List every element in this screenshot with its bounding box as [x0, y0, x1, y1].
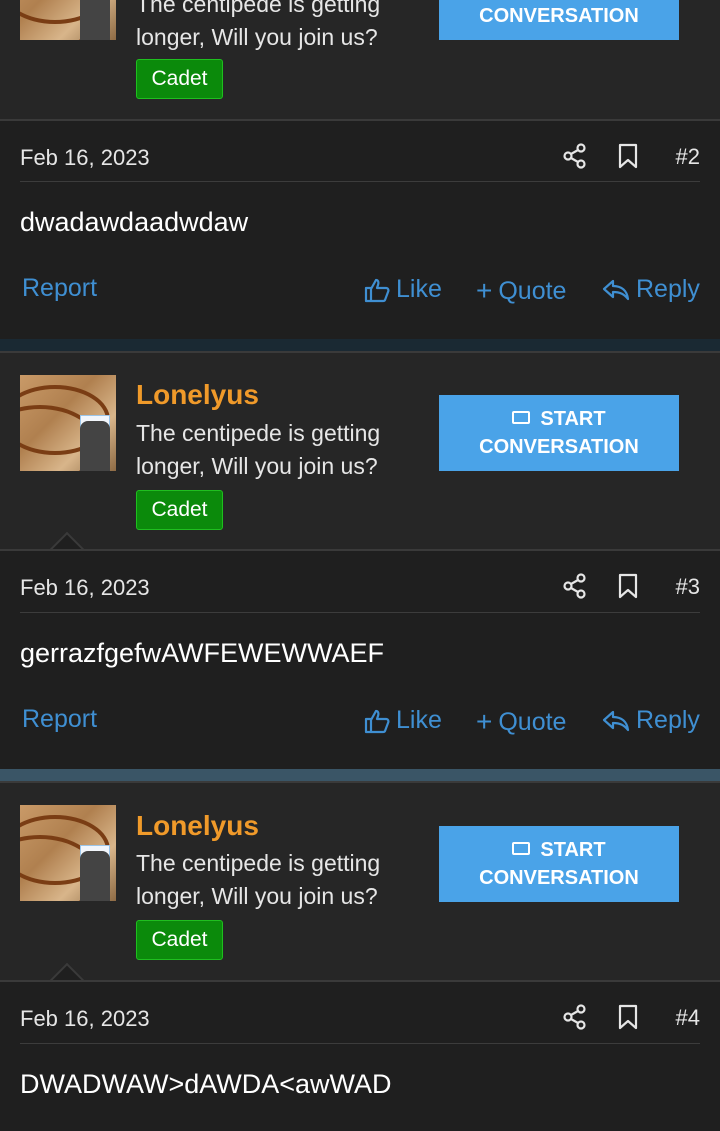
report-link[interactable]: Report [22, 705, 97, 734]
post-message: DWADWAW>dAWDA<awWAD [20, 1069, 392, 1099]
user-title: The centipede is getting longer, Will yo… [136, 0, 381, 50]
meta-divider [20, 181, 700, 182]
start-conversation-button[interactable]: CONVERSATION [439, 0, 679, 40]
user-title: The centipede is getting longer, Will yo… [136, 420, 381, 479]
post-number[interactable]: #2 [676, 144, 700, 170]
user-title: The centipede is getting longer, Will yo… [136, 850, 381, 909]
post-message: gerrazfgefwAWFEWEWWAEF [20, 638, 385, 668]
bookmark-icon[interactable] [618, 573, 638, 599]
reply-icon [602, 279, 630, 300]
user-block-3: Lonelyus The centipede is getting longer… [0, 783, 720, 980]
thumbs-up-icon [364, 278, 390, 302]
user-badge: Cadet [136, 490, 223, 530]
bookmark-icon[interactable] [618, 143, 638, 169]
avatar[interactable] [20, 805, 116, 901]
post-date[interactable]: Feb 16, 2023 [20, 1006, 150, 1032]
like-button[interactable]: Like [364, 706, 442, 735]
start-conversation-button[interactable]: START CONVERSATION [439, 826, 679, 902]
meta-divider [20, 1043, 700, 1044]
bookmark-icon[interactable] [618, 1004, 638, 1030]
username[interactable]: Lonelyus [136, 379, 259, 411]
share-icon[interactable] [563, 1004, 587, 1030]
post-content: Feb 16, 2023 #3 gerrazfgefwAWFEWEWWAEF R… [0, 551, 720, 769]
meta-divider [20, 612, 700, 613]
post-message: dwadawdaadwdaw [20, 207, 249, 237]
plus-icon: + [476, 275, 493, 306]
start-conversation-button[interactable]: START CONVERSATION [439, 395, 679, 471]
report-link[interactable]: Report [22, 274, 97, 303]
avatar[interactable] [20, 0, 116, 40]
username[interactable]: Lonelyus [136, 810, 259, 842]
envelope-icon [512, 411, 531, 425]
quote-button[interactable]: + Quote [476, 706, 566, 738]
post-date[interactable]: Feb 16, 2023 [20, 145, 150, 171]
post-content: Feb 16, 2023 #4 DWADWAW>dAWDA<awWAD [0, 982, 720, 1131]
post-number[interactable]: #3 [676, 574, 700, 600]
plus-icon: + [476, 706, 493, 737]
post-separator [0, 339, 720, 351]
reply-button[interactable]: Reply [602, 275, 700, 304]
post-content: Feb 16, 2023 #2 dwadawdaadwdaw Report Li… [0, 121, 720, 339]
thumbs-up-icon [364, 709, 390, 733]
reply-button[interactable]: Reply [602, 706, 700, 735]
user-block-2: Lonelyus The centipede is getting longer… [0, 353, 720, 550]
like-button[interactable]: Like [364, 275, 442, 304]
user-block-1: The centipede is getting longer, Will yo… [0, 0, 720, 120]
post-number[interactable]: #4 [676, 1005, 700, 1031]
post-separator [0, 769, 720, 781]
quote-button[interactable]: + Quote [476, 275, 566, 307]
reply-icon [602, 710, 630, 731]
share-icon[interactable] [563, 573, 587, 599]
envelope-icon [512, 842, 531, 856]
user-badge: Cadet [136, 59, 223, 99]
share-icon[interactable] [563, 143, 587, 169]
user-badge: Cadet [136, 920, 223, 960]
post-date[interactable]: Feb 16, 2023 [20, 575, 150, 601]
avatar[interactable] [20, 375, 116, 471]
